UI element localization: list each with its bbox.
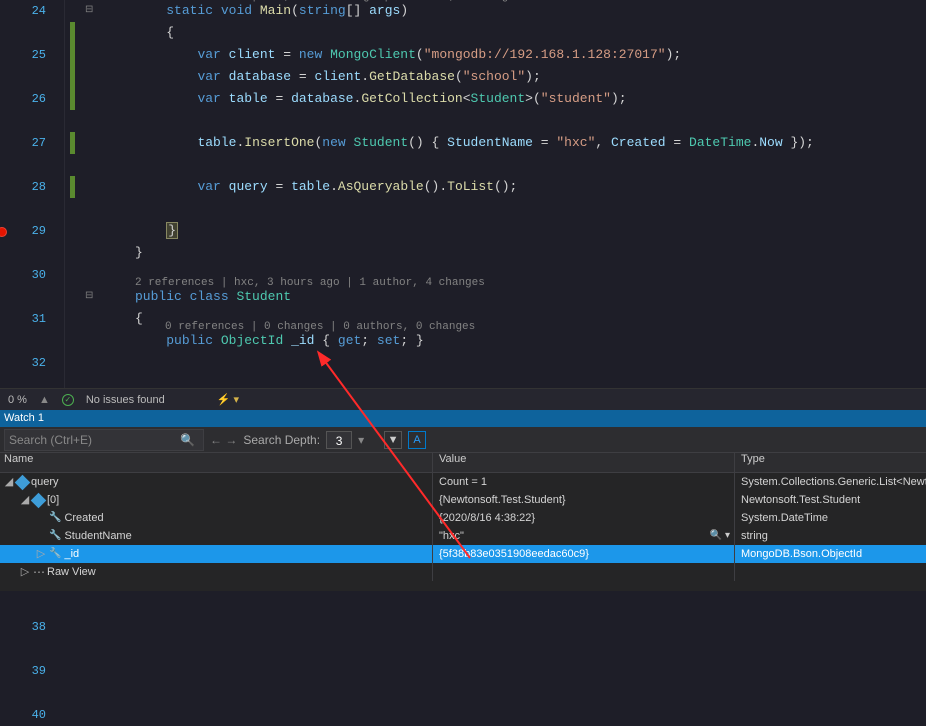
watch-value[interactable]: {5f38b83e0351908eedac60c9} bbox=[433, 545, 735, 563]
watch-type: Newtonsoft.Test.Student bbox=[735, 491, 926, 509]
code-line[interactable]: 40 bbox=[65, 352, 926, 374]
watch-row[interactable]: 🔧 Created {2020/8/16 4:38:22}System.DateT… bbox=[0, 509, 926, 527]
zoom-level[interactable]: 0 % bbox=[8, 394, 27, 406]
code-line[interactable]: 32 var query = table.AsQueryable().ToLis… bbox=[65, 176, 926, 198]
watch-value[interactable]: Count = 1 bbox=[433, 473, 735, 491]
change-marker bbox=[70, 132, 75, 154]
watch-type: System.DateTime bbox=[735, 509, 926, 527]
expand-icon[interactable]: ◢ bbox=[20, 491, 30, 509]
depth-label: Search Depth: bbox=[243, 433, 320, 447]
watch-toolbar: Search (Ctrl+E) 🔍 ← → Search Depth: 3 ▾ … bbox=[0, 427, 926, 453]
line-number: 27 bbox=[0, 132, 46, 154]
property-icon: 🔧 bbox=[46, 527, 64, 545]
watch-type bbox=[735, 563, 926, 581]
code-line[interactable]: 29 bbox=[65, 110, 926, 132]
object-icon bbox=[15, 474, 31, 490]
code-line[interactable]: 33 bbox=[65, 198, 926, 220]
watch-name: _id bbox=[64, 545, 79, 563]
code-line[interactable]: 30 table.InsertOne(new Student() { Stude… bbox=[65, 132, 926, 154]
line-number: 29 bbox=[0, 220, 46, 242]
code-line[interactable]: 35} bbox=[65, 242, 926, 264]
code-line[interactable]: 28 var table = database.GetCollection<St… bbox=[65, 88, 926, 110]
code-line[interactable]: 34 } bbox=[65, 220, 926, 242]
code-line[interactable]: 27 var database = client.GetDatabase("sc… bbox=[65, 66, 926, 88]
change-marker bbox=[70, 88, 75, 110]
change-marker bbox=[70, 66, 75, 88]
col-value[interactable]: Value bbox=[433, 453, 735, 472]
code-editor[interactable]: 0 references | hxc, 11 hours ago | 1 aut… bbox=[0, 0, 926, 388]
watch-value[interactable]: {Newtonsoft.Test.Student} bbox=[433, 491, 735, 509]
watch-type: string bbox=[735, 527, 926, 545]
watch-name: Raw View bbox=[47, 563, 96, 581]
property-icon: 🔧 bbox=[46, 509, 64, 527]
watch-row[interactable]: 🔧 StudentName "hxc"🔍 ▾string bbox=[0, 527, 926, 545]
watch-value[interactable]: "hxc"🔍 ▾ bbox=[433, 527, 735, 545]
line-number: 40 bbox=[0, 704, 46, 726]
code-line[interactable]: 37⊟public class Student bbox=[65, 286, 926, 308]
col-name[interactable]: Name bbox=[0, 453, 433, 472]
line-number: 28 bbox=[0, 176, 46, 198]
issues-text: No issues found bbox=[86, 394, 165, 406]
change-marker bbox=[70, 44, 75, 66]
visualizer-icon[interactable]: 🔍 ▾ bbox=[710, 527, 730, 545]
change-marker bbox=[70, 22, 75, 44]
expand-icon[interactable]: ◢ bbox=[4, 473, 14, 491]
text-visualizer-icon[interactable]: A bbox=[408, 431, 426, 449]
watch-row[interactable]: ◢ [0] {Newtonsoft.Test.Student}Newtonsoft… bbox=[0, 491, 926, 509]
watch-row[interactable]: ▷🔧 _id {5f38b83e0351908eedac60c9}MongoDB.… bbox=[0, 545, 926, 563]
search-icon[interactable]: 🔍 bbox=[176, 433, 199, 447]
fold-icon[interactable]: ⊟ bbox=[85, 286, 97, 308]
watch-name: Created bbox=[64, 509, 103, 527]
col-type[interactable]: Type bbox=[735, 453, 926, 472]
watch-row[interactable]: ◢ query Count = 1System.Collections.Gener… bbox=[0, 473, 926, 491]
search-input[interactable]: Search (Ctrl+E) 🔍 bbox=[4, 429, 204, 451]
watch-type: MongoDB.Bson.ObjectId bbox=[735, 545, 926, 563]
line-number: 39 bbox=[0, 660, 46, 682]
code-line[interactable]: 26 var client = new MongoClient("mongodb… bbox=[65, 44, 926, 66]
expand-icon[interactable]: ▷ bbox=[36, 545, 46, 563]
watch-panel: Watch 1 Search (Ctrl+E) 🔍 ← → Search Dep… bbox=[0, 410, 926, 591]
fold-icon[interactable]: ⊟ bbox=[85, 0, 97, 22]
line-number: 26 bbox=[0, 88, 46, 110]
check-ok-icon: ✓ bbox=[62, 394, 74, 406]
watch-name: [0] bbox=[47, 491, 59, 509]
code-area[interactable]: 0 references | hxc, 11 hours ago | 1 aut… bbox=[65, 0, 926, 388]
watch-value[interactable] bbox=[433, 563, 735, 581]
status-bar: 0 % ▲ ✓ No issues found ⚡ ▾ bbox=[0, 388, 926, 410]
code-line[interactable]: 31 bbox=[65, 154, 926, 176]
line-number: 38 bbox=[0, 616, 46, 638]
change-marker bbox=[70, 176, 75, 198]
line-number: 32 bbox=[0, 352, 46, 374]
line-number: 30 bbox=[0, 264, 46, 286]
code-line[interactable]: 24⊟ static void Main(string[] args) bbox=[65, 0, 926, 22]
watch-rows: ◢ query Count = 1System.Collections.Gener… bbox=[0, 473, 926, 581]
line-number: 24 bbox=[0, 0, 46, 22]
watch-type: System.Collections.Generic.List<Newton bbox=[735, 473, 926, 491]
watch-value[interactable]: {2020/8/16 4:38:22} bbox=[433, 509, 735, 527]
object-icon bbox=[31, 492, 47, 508]
watch-name: query bbox=[31, 473, 59, 491]
watch-name: StudentName bbox=[64, 527, 131, 545]
watch-columns-header[interactable]: Name Value Type bbox=[0, 453, 926, 473]
expand-icon[interactable]: ▷ bbox=[20, 563, 30, 581]
lightning-icon[interactable]: ⚡ ▾ bbox=[217, 393, 239, 406]
watch-title[interactable]: Watch 1 bbox=[0, 410, 926, 427]
depth-input[interactable]: 3 bbox=[326, 431, 352, 449]
watch-row[interactable]: ▷⋯ Raw View bbox=[0, 563, 926, 581]
line-number: 31 bbox=[0, 308, 46, 330]
raw-view-icon: ⋯ bbox=[30, 563, 47, 581]
line-number: 25 bbox=[0, 44, 46, 66]
code-line[interactable]: 39 public ObjectId _id { get; set; } bbox=[65, 330, 926, 352]
filter-icon[interactable]: ▼ bbox=[384, 431, 402, 449]
code-line[interactable]: 25 { bbox=[65, 22, 926, 44]
property-icon: 🔧 bbox=[46, 545, 64, 563]
